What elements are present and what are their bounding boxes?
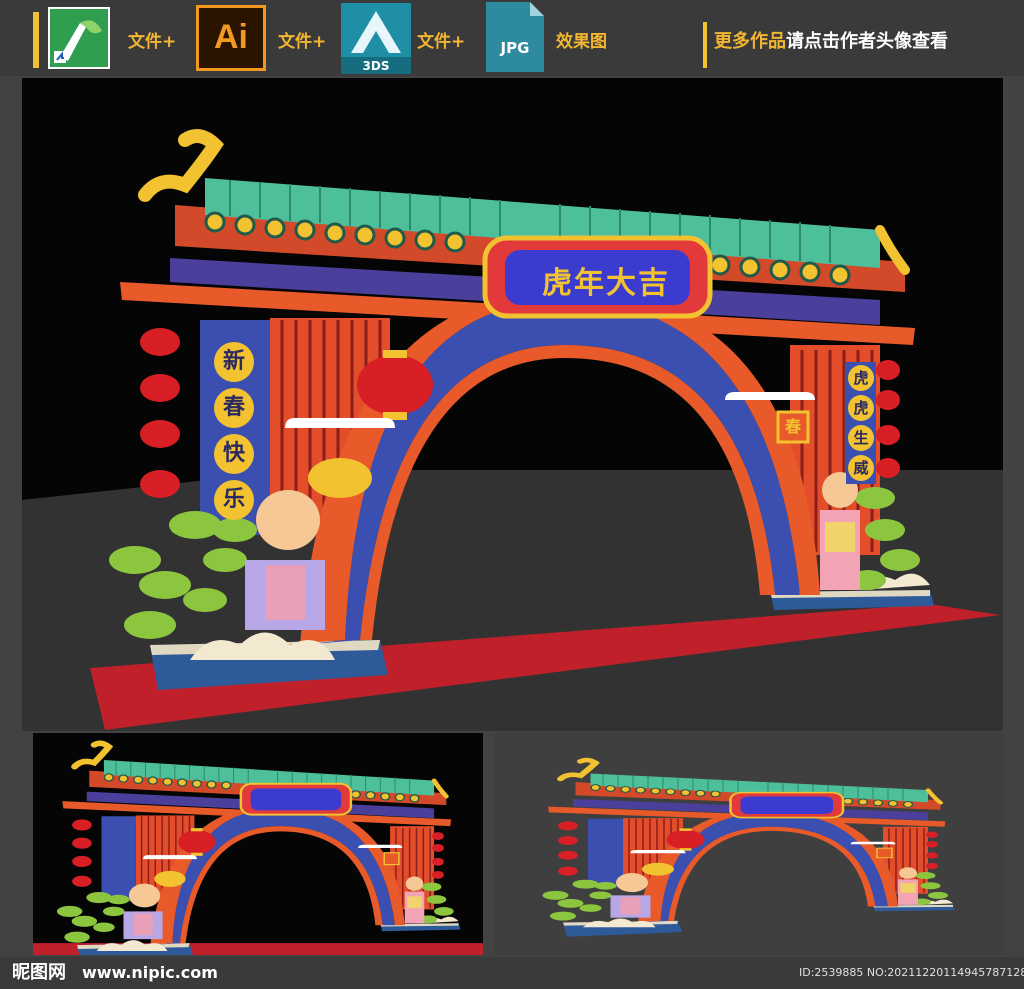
gate-sign: 虎年大吉 bbox=[542, 266, 670, 301]
left-column-text: 新 春 快 乐 bbox=[214, 342, 258, 520]
main-render: 虎年大吉 新 春 快 乐 虎 虎 生 威 春 bbox=[22, 78, 1003, 731]
thumbnail-grey[interactable] bbox=[494, 733, 1004, 955]
right-column-char: 虎 bbox=[848, 395, 874, 421]
illustrator-icon-label: Ai bbox=[214, 18, 248, 56]
left-column-char: 新 bbox=[214, 342, 254, 382]
effect-image-label: 效果图 bbox=[556, 32, 607, 52]
toolbar: 文件+ Ai 文件+ 3DS 文件+ JPG 效果图 更多作品请点击作者头像查看 bbox=[0, 0, 1024, 76]
spring-badge: 春 bbox=[784, 417, 801, 436]
file-plus-label: 文件+ bbox=[417, 32, 466, 52]
image-id: ID:2539885 NO:20211220114945787128 bbox=[799, 966, 1024, 979]
promo-rest: 请点击作者头像查看 bbox=[786, 31, 948, 52]
left-column-char: 春 bbox=[214, 388, 254, 428]
promo-text[interactable]: 更多作品请点击作者头像查看 bbox=[714, 31, 948, 53]
illustrator-icon[interactable]: Ai bbox=[196, 5, 266, 71]
file-plus-label: 文件+ bbox=[128, 32, 177, 52]
coreldraw-icon[interactable] bbox=[48, 7, 110, 69]
3dsmax-icon[interactable]: 3DS bbox=[341, 3, 411, 74]
right-column-char: 生 bbox=[848, 425, 874, 451]
right-column-text: 虎 虎 生 威 bbox=[846, 362, 876, 484]
right-column-char: 威 bbox=[848, 455, 874, 481]
jpg-file-label: JPG bbox=[500, 39, 530, 57]
footer: 昵图网 www.nipic.com ID:2539885 NO:20211220… bbox=[0, 957, 1024, 989]
file-plus-label: 文件+ bbox=[278, 32, 327, 52]
site-logo: 昵图网 bbox=[12, 962, 66, 983]
left-accent-bar bbox=[33, 12, 39, 68]
promo-highlight: 更多作品 bbox=[714, 31, 786, 52]
promo-accent-bar bbox=[703, 22, 707, 68]
thumbnail-dark[interactable] bbox=[33, 733, 483, 955]
site-url[interactable]: www.nipic.com bbox=[82, 962, 218, 984]
jpg-file-icon[interactable]: JPG bbox=[486, 2, 544, 72]
left-column-char: 快 bbox=[214, 434, 254, 474]
right-column-char: 虎 bbox=[848, 365, 874, 391]
left-column-char: 乐 bbox=[214, 480, 254, 520]
3dsmax-icon-label: 3DS bbox=[362, 59, 390, 73]
